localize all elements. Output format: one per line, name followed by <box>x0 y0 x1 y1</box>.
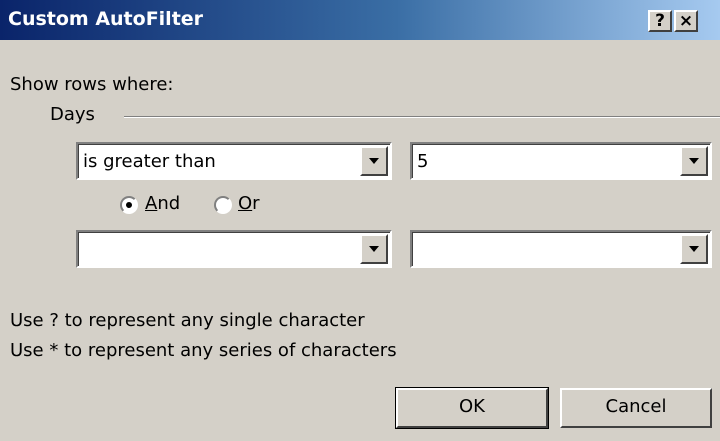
help-button[interactable]: ? <box>648 10 672 32</box>
and-radio-label[interactable]: And <box>145 193 180 214</box>
and-radio-circle[interactable] <box>120 196 138 214</box>
criteria2-operator-select[interactable] <box>76 230 392 268</box>
show-rows-label: Show rows where: <box>10 74 174 95</box>
or-radio-circle[interactable] <box>214 196 232 214</box>
criteria1-operator-select[interactable]: is greater than <box>76 142 392 180</box>
close-icon: × <box>678 11 694 31</box>
hint-single-char: Use ? to represent any single character <box>10 310 365 331</box>
chevron-down-icon <box>369 158 379 164</box>
and-label-rest: nd <box>157 193 181 214</box>
or-accelerator: O <box>238 193 253 214</box>
criteria1-value-dropdown-button[interactable] <box>680 146 708 176</box>
close-button[interactable]: × <box>674 10 698 32</box>
ok-button[interactable]: OK <box>395 387 549 429</box>
or-label-rest: r <box>252 193 260 214</box>
chevron-down-icon <box>689 158 699 164</box>
hint-series-chars: Use * to represent any series of charact… <box>10 340 397 361</box>
criteria2-operator-dropdown-button[interactable] <box>360 234 388 264</box>
and-accelerator: A <box>145 193 158 214</box>
field-group-label: Days <box>50 104 95 125</box>
radio-selected-dot <box>126 202 132 208</box>
criteria2-value-dropdown-button[interactable] <box>680 234 708 264</box>
chevron-down-icon <box>369 246 379 252</box>
custom-autofilter-dialog: Custom AutoFilter ? × Show rows where: D… <box>0 0 720 441</box>
criteria1-value-select[interactable]: 5 <box>410 142 712 180</box>
cancel-button[interactable]: Cancel <box>560 388 712 428</box>
criteria1-operator-value: is greater than <box>83 151 216 172</box>
window-title: Custom AutoFilter <box>8 8 204 30</box>
criteria1-value: 5 <box>417 151 429 172</box>
or-radio-label[interactable]: Or <box>238 193 260 214</box>
criteria1-operator-dropdown-button[interactable] <box>360 146 388 176</box>
chevron-down-icon <box>689 246 699 252</box>
group-divider <box>124 116 720 118</box>
title-bar[interactable]: Custom AutoFilter ? × <box>0 0 720 40</box>
help-icon: ? <box>655 11 665 31</box>
criteria2-value-select[interactable] <box>410 230 712 268</box>
